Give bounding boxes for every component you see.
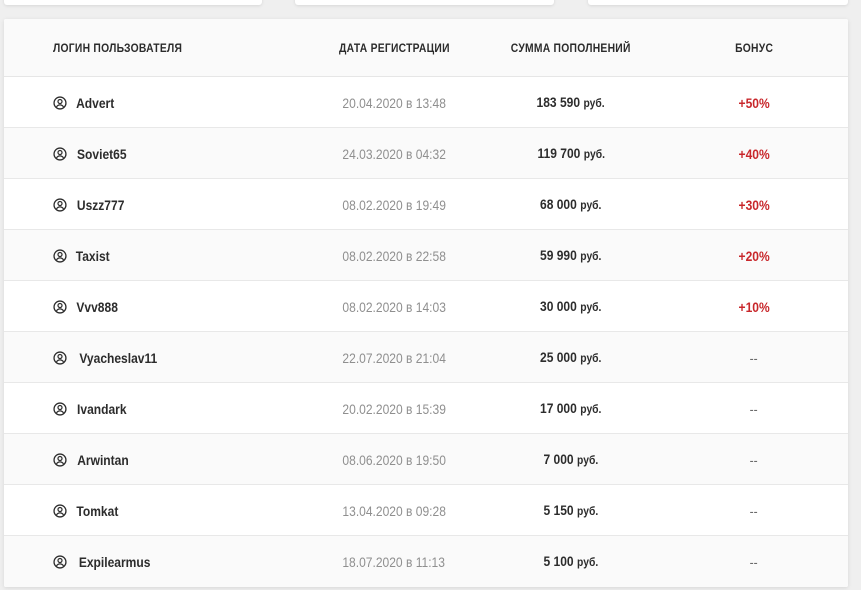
username: Tomkat xyxy=(76,502,119,519)
bonus-value: +30% xyxy=(738,196,770,213)
header-login: ЛОГИН ПОЛЬЗОВАТЕЛЯ xyxy=(53,41,183,55)
table-row: Ivandark 20.02.2020 в 15:39 17 000 руб. -… xyxy=(4,383,848,434)
table-body: Advert 20.04.2020 в 13:48 183 590 руб. +5… xyxy=(4,77,848,587)
bonus-value: -- xyxy=(749,400,759,417)
user-circle-icon xyxy=(53,197,67,212)
username: Arwintan xyxy=(77,451,129,468)
deposit-amount: 68 000 руб. xyxy=(540,195,602,212)
bonus-value: -- xyxy=(749,502,759,519)
user-cell[interactable]: Taxist xyxy=(53,230,112,281)
header-date: ДАТА РЕГИСТРАЦИИ xyxy=(338,41,450,55)
user-circle-icon xyxy=(53,95,67,110)
user-cell[interactable]: Arwintan xyxy=(53,434,133,485)
bonus-value: +50% xyxy=(738,94,770,111)
user-circle-icon xyxy=(53,248,67,263)
username: Vvv888 xyxy=(76,298,118,315)
top-cards-strip xyxy=(0,0,861,6)
registration-date: 20.04.2020 в 13:48 xyxy=(342,94,446,111)
username: Uszz777 xyxy=(76,196,125,213)
bonus-value: +40% xyxy=(738,145,770,162)
user-cell[interactable]: Uszz777 xyxy=(53,179,128,230)
header-amount: СУММА ПОПОЛНЕНИЙ xyxy=(511,41,631,55)
registration-date: 08.02.2020 в 19:49 xyxy=(342,196,446,213)
user-cell[interactable]: Advert xyxy=(53,77,117,128)
table-row: Expilearmus 18.07.2020 в 11:13 5 100 руб.… xyxy=(4,536,848,587)
registration-date: 24.03.2020 в 04:32 xyxy=(342,145,446,162)
user-circle-icon xyxy=(53,452,67,467)
user-circle-icon xyxy=(53,299,67,314)
top-users-table: ЛОГИН ПОЛЬЗОВАТЕЛЯ ДАТА РЕГИСТРАЦИИ СУММ… xyxy=(4,19,848,587)
table-row: Soviet65 24.03.2020 в 04:32 119 700 руб. … xyxy=(4,128,848,179)
registration-date: 08.02.2020 в 14:03 xyxy=(342,298,446,315)
registration-date: 08.02.2020 в 22:58 xyxy=(342,247,446,264)
header-bonus: БОНУС xyxy=(734,41,774,55)
username: Soviet65 xyxy=(77,145,127,162)
user-cell[interactable]: Tomkat xyxy=(53,485,122,536)
table-row: Arwintan 08.06.2020 в 19:50 7 000 руб. -- xyxy=(4,434,848,485)
deposit-amount: 119 700 руб. xyxy=(537,144,605,161)
user-cell[interactable]: Vyacheslav11 xyxy=(53,332,164,383)
deposit-amount: 25 000 руб. xyxy=(540,348,602,365)
registration-date: 13.04.2020 в 09:28 xyxy=(342,502,446,519)
user-cell[interactable]: Expilearmus xyxy=(53,536,156,587)
user-circle-icon xyxy=(53,401,67,416)
registration-date: 18.07.2020 в 11:13 xyxy=(342,553,446,570)
table-row: Tomkat 13.04.2020 в 09:28 5 150 руб. -- xyxy=(4,485,848,536)
deposit-amount: 59 990 руб. xyxy=(540,246,602,263)
deposit-amount: 5 100 руб. xyxy=(543,552,599,569)
table-row: Advert 20.04.2020 в 13:48 183 590 руб. +5… xyxy=(4,77,848,128)
user-circle-icon xyxy=(53,350,67,365)
user-circle-icon xyxy=(53,146,67,161)
deposit-amount: 17 000 руб. xyxy=(540,399,602,416)
username: Expilearmus xyxy=(78,553,151,570)
summary-card-3 xyxy=(588,0,848,5)
user-cell[interactable]: Ivandark xyxy=(53,383,131,434)
table-row: Vyacheslav11 22.07.2020 в 21:04 25 000 ру… xyxy=(4,332,848,383)
registration-date: 20.02.2020 в 15:39 xyxy=(342,400,446,417)
username: Taxist xyxy=(75,247,110,264)
table-row: Vvv888 08.02.2020 в 14:03 30 000 руб. +10… xyxy=(4,281,848,332)
username: Vyacheslav11 xyxy=(79,349,158,366)
deposit-amount: 183 590 руб. xyxy=(536,93,606,110)
user-cell[interactable]: Vvv888 xyxy=(53,281,121,332)
deposit-amount: 30 000 руб. xyxy=(540,297,602,314)
table-row: Uszz777 08.02.2020 в 19:49 68 000 руб. +3… xyxy=(4,179,848,230)
summary-card-2 xyxy=(295,0,554,5)
registration-date: 22.07.2020 в 21:04 xyxy=(342,349,446,366)
bonus-value: +10% xyxy=(738,298,770,315)
user-cell[interactable]: Soviet65 xyxy=(53,128,131,179)
bonus-value: +20% xyxy=(738,247,770,264)
user-circle-icon xyxy=(53,554,67,569)
username: Ivandark xyxy=(77,400,127,417)
table-row: Taxist 08.02.2020 в 22:58 59 990 руб. +20… xyxy=(4,230,848,281)
username: Advert xyxy=(76,94,115,111)
table-header: ЛОГИН ПОЛЬЗОВАТЕЛЯ ДАТА РЕГИСТРАЦИИ СУММ… xyxy=(4,19,848,77)
registration-date: 08.06.2020 в 19:50 xyxy=(342,451,446,468)
user-circle-icon xyxy=(53,503,67,518)
summary-card-1 xyxy=(4,0,262,5)
bonus-value: -- xyxy=(749,349,759,366)
bonus-value: -- xyxy=(749,553,759,570)
deposit-amount: 5 150 руб. xyxy=(543,501,599,518)
bonus-value: -- xyxy=(749,451,759,468)
deposit-amount: 7 000 руб. xyxy=(543,450,599,467)
